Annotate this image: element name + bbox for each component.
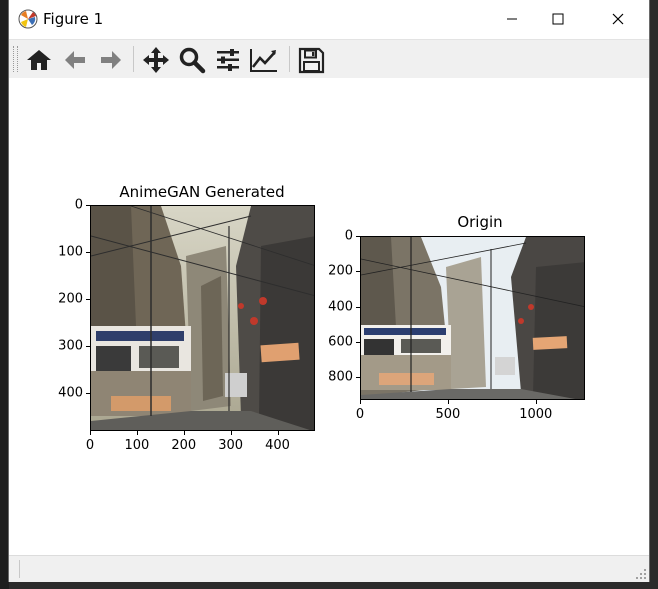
- window-title: Figure 1: [43, 10, 104, 28]
- edit-axis-icon: [250, 49, 277, 72]
- subplot-title: AnimeGAN Generated: [119, 183, 285, 201]
- y-tick-mark: [356, 306, 360, 308]
- y-tick-mark: [356, 377, 360, 379]
- x-tick-mark: [360, 400, 361, 404]
- x-tick-label: 1000: [519, 407, 553, 422]
- x-tick-label: 200: [171, 438, 197, 453]
- x-tick-mark: [447, 400, 449, 404]
- x-tick-mark: [277, 431, 279, 435]
- home-button[interactable]: [23, 44, 55, 76]
- status-separator: [19, 560, 20, 578]
- x-tick-mark: [183, 431, 185, 435]
- y-tick-mark: [356, 236, 360, 237]
- save-floppy-icon: [298, 47, 325, 74]
- x-tick-mark: [230, 431, 232, 435]
- close-icon: [612, 13, 624, 25]
- close-button[interactable]: [595, 0, 641, 38]
- pan-move-icon: [143, 47, 169, 73]
- y-tick-mark: [356, 341, 360, 343]
- minimize-button[interactable]: [489, 0, 535, 38]
- y-tick-mark: [86, 393, 90, 395]
- y-tick-label: 400: [58, 385, 83, 401]
- y-tick-label: 0: [74, 197, 83, 213]
- x-tick-label: 300: [218, 438, 244, 453]
- x-tick-label: 400: [265, 438, 290, 453]
- x-tick-label: 500: [435, 407, 461, 422]
- navigation-toolbar: [9, 39, 649, 79]
- back-button[interactable]: [59, 44, 91, 76]
- y-tick-label: 400: [328, 299, 353, 315]
- y-tick-label: 0: [344, 228, 353, 244]
- resize-grip-icon[interactable]: [635, 568, 647, 580]
- configure-subplots-button[interactable]: [212, 44, 244, 76]
- zoom-magnifier-icon: [179, 47, 206, 74]
- anime-street-image: [91, 206, 314, 430]
- back-arrow-icon: [65, 51, 85, 69]
- y-tick-label: 300: [58, 338, 83, 354]
- background-terminal-edge: [0, 0, 9, 589]
- pan-button[interactable]: [140, 44, 172, 76]
- figure-window: Figure 1 AnimeGAN Generated Origin 0 100…: [9, 0, 649, 582]
- edit-axis-button[interactable]: [248, 44, 280, 76]
- x-tick-mark: [90, 431, 91, 435]
- minimize-icon: [507, 18, 517, 20]
- y-tick-mark: [86, 299, 90, 301]
- y-tick-mark: [86, 252, 90, 254]
- home-icon: [27, 50, 51, 70]
- toolbar-separator: [289, 46, 290, 72]
- x-tick-label: 0: [85, 438, 95, 453]
- y-tick-mark: [356, 271, 360, 273]
- y-tick-label: 800: [328, 369, 353, 385]
- x-tick-mark: [535, 400, 537, 404]
- y-tick-label: 100: [58, 244, 83, 260]
- y-tick-label: 200: [328, 263, 353, 279]
- toolbar-separator: [133, 46, 134, 72]
- title-bar[interactable]: Figure 1: [9, 0, 649, 38]
- y-tick-label: 200: [58, 291, 83, 307]
- matplotlib-app-icon: [18, 9, 38, 29]
- x-tick-mark: [136, 431, 138, 435]
- figure-canvas[interactable]: AnimeGAN Generated Origin 0 100 200 300 …: [9, 78, 649, 554]
- origin-image-axes[interactable]: [360, 236, 585, 400]
- origin-street-image: [361, 237, 584, 399]
- configure-subplots-icon: [217, 49, 239, 71]
- anime-image-axes[interactable]: [90, 205, 315, 431]
- toolbar-grip[interactable]: [13, 46, 18, 72]
- subplot-title: Origin: [457, 213, 503, 231]
- y-tick-mark: [86, 205, 90, 206]
- x-tick-label: 0: [355, 407, 365, 422]
- y-tick-label: 600: [328, 334, 353, 350]
- save-button[interactable]: [295, 44, 327, 76]
- forward-button[interactable]: [95, 44, 127, 76]
- x-tick-label: 100: [124, 438, 150, 453]
- forward-arrow-icon: [101, 51, 121, 69]
- y-tick-mark: [86, 346, 90, 348]
- maximize-icon: [552, 13, 564, 25]
- zoom-button[interactable]: [176, 44, 208, 76]
- status-bar: [9, 555, 649, 582]
- maximize-button[interactable]: [535, 0, 581, 38]
